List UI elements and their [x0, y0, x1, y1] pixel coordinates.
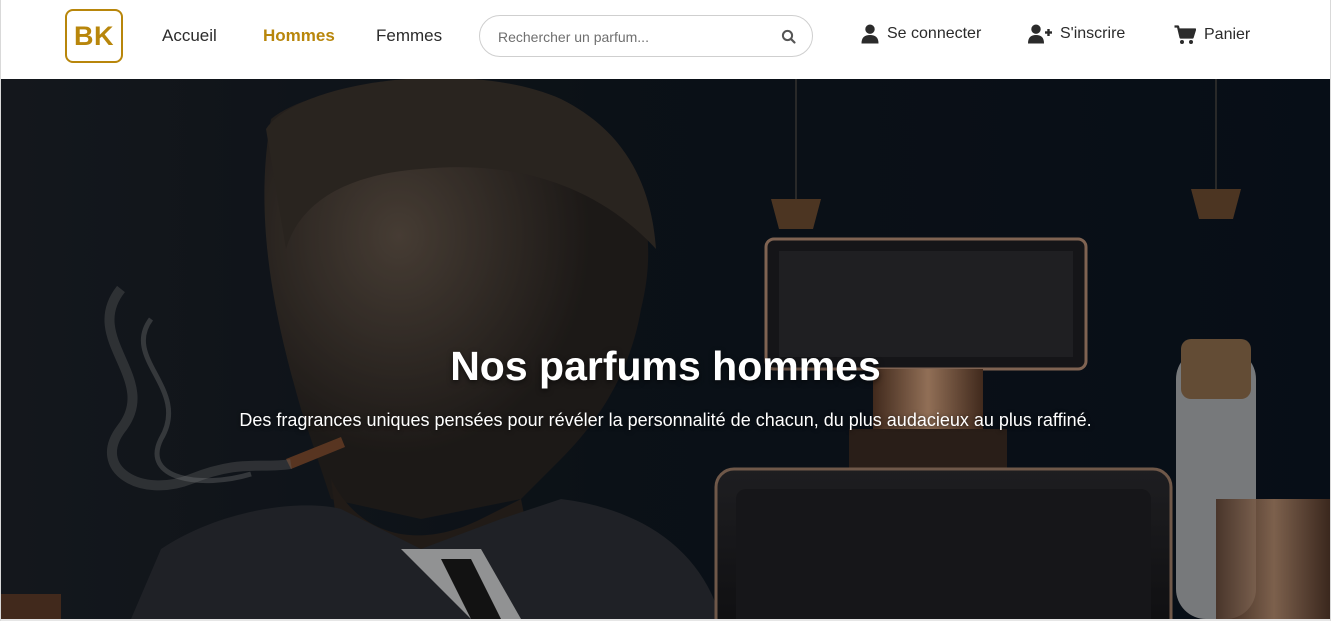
- nav-link-accueil[interactable]: Accueil: [162, 26, 217, 46]
- cart-label: Panier: [1204, 26, 1251, 43]
- navbar: BK Accueil Hommes Femmes Se connecter: [1, 0, 1330, 79]
- search-icon[interactable]: [780, 28, 798, 46]
- page: BK Accueil Hommes Femmes Se connecter: [0, 0, 1331, 621]
- login-label: Se connecter: [887, 25, 982, 42]
- hero-banner: Nos parfums hommes Des fragrances unique…: [1, 79, 1330, 619]
- search-bar: [479, 15, 813, 57]
- register-button[interactable]: S'inscrire: [1028, 24, 1125, 44]
- brand-logo-text: BK: [74, 20, 114, 51]
- search-input[interactable]: [496, 25, 766, 49]
- register-label: S'inscrire: [1060, 25, 1126, 42]
- brand-logo[interactable]: BK: [65, 9, 123, 63]
- nav-link-hommes[interactable]: Hommes: [263, 26, 335, 46]
- nav-link-femmes[interactable]: Femmes: [376, 26, 442, 46]
- user-plus-icon: [1028, 24, 1052, 44]
- hero-subtitle: Des fragrances uniques pensées pour révé…: [239, 410, 1092, 430]
- cart-icon: [1174, 25, 1196, 45]
- hero-title: Nos parfums hommes: [450, 343, 881, 389]
- cart-button[interactable]: Panier: [1174, 25, 1250, 45]
- login-button[interactable]: Se connecter: [861, 24, 981, 44]
- user-icon: [861, 24, 879, 44]
